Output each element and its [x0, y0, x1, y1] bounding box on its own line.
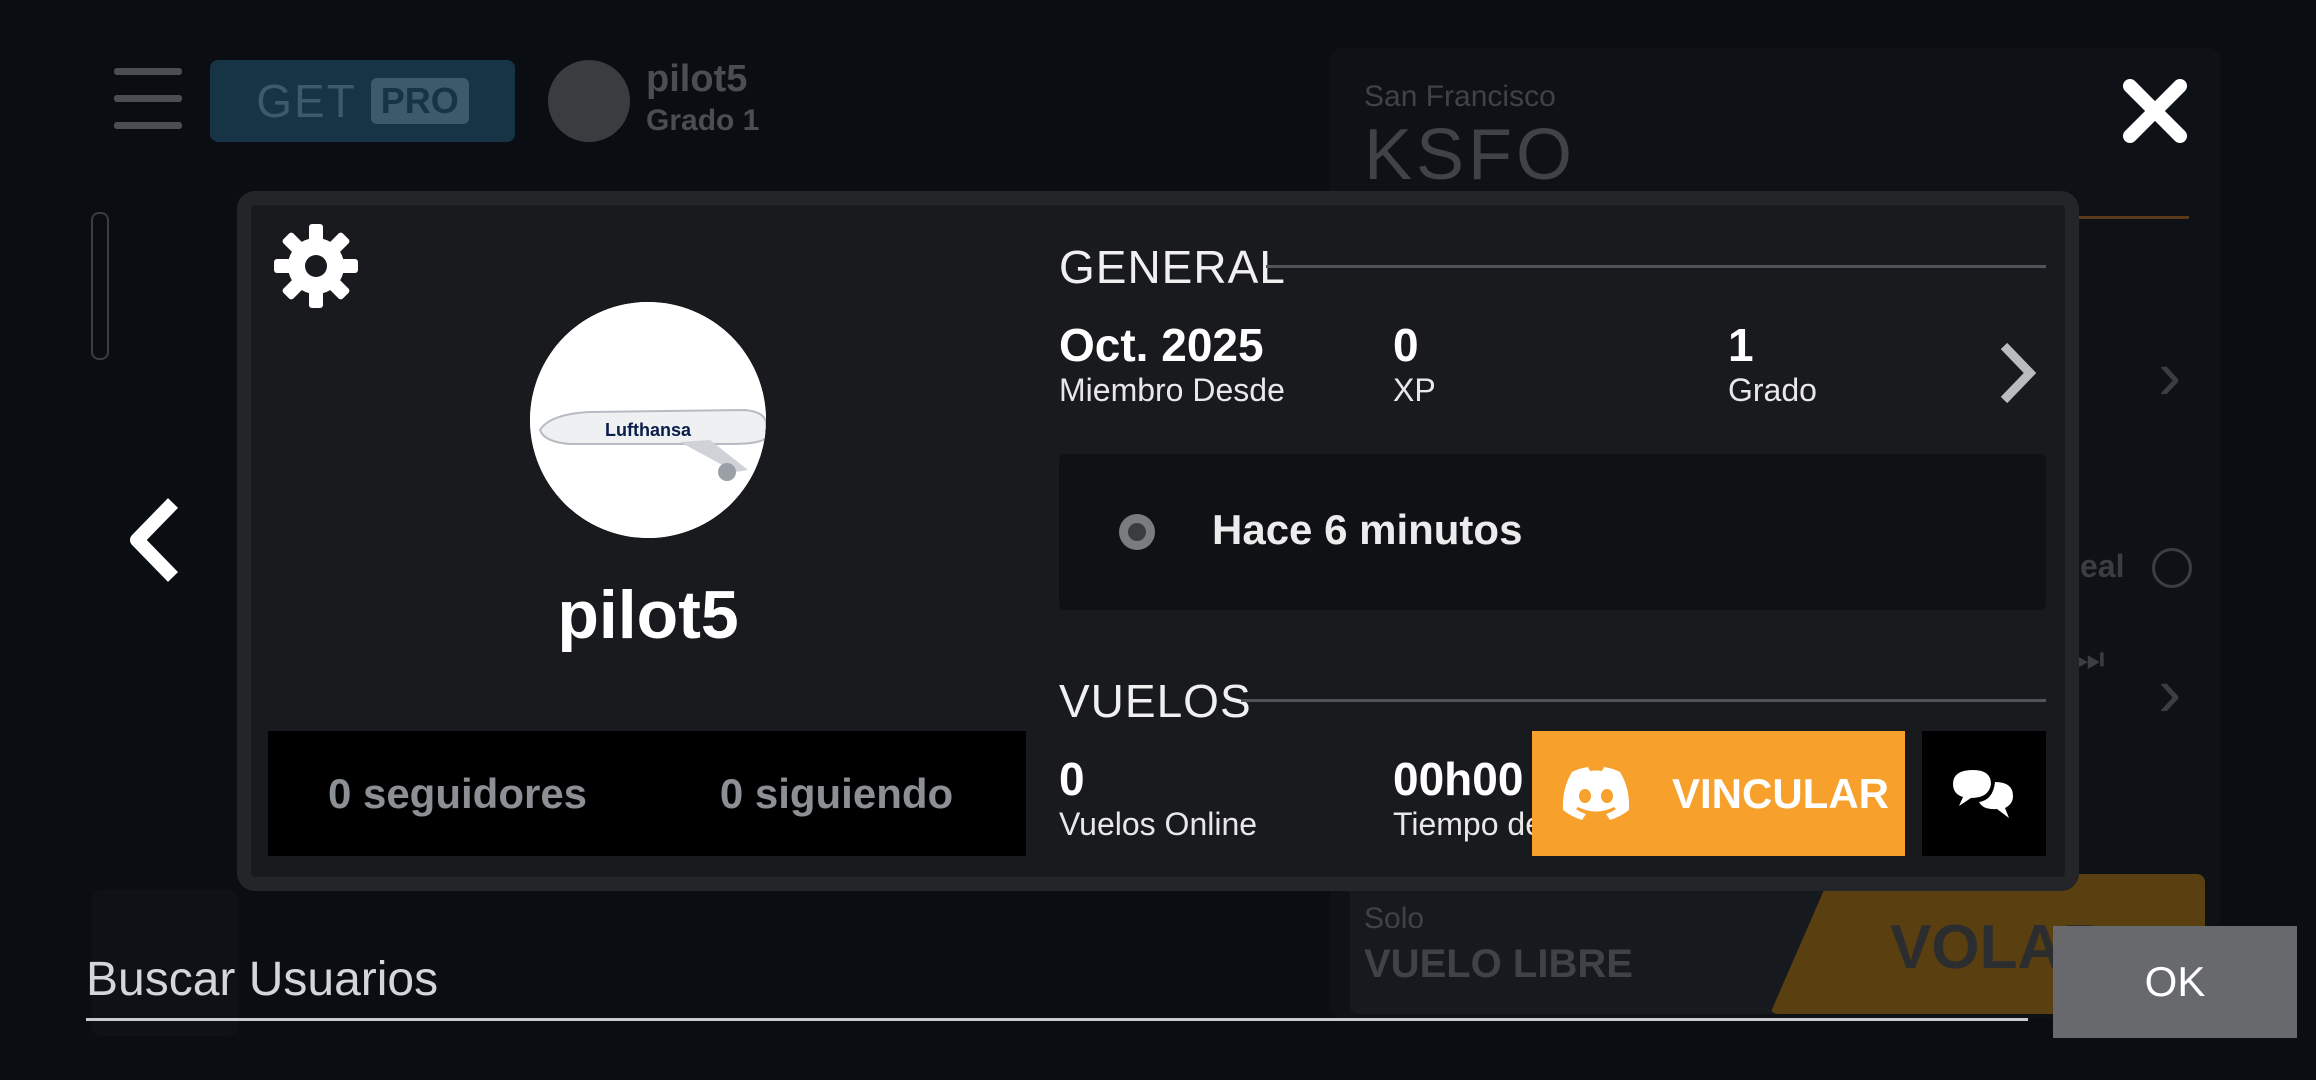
profile-avatar[interactable]: Lufthansa — [530, 302, 766, 538]
flights-section-title: VUELOS — [1059, 675, 1252, 727]
followers-count[interactable]: 0 seguidores — [268, 731, 647, 856]
stat-label: XP — [1393, 372, 1436, 408]
menu-icon — [114, 68, 182, 130]
stat-member-since: Oct. 2025 Miembro Desde — [1059, 318, 1285, 409]
stat-label: Vuelos Online — [1059, 806, 1258, 842]
last-seen-text: Hace 6 minutos — [1212, 506, 1523, 553]
airport-code: KSFO — [1364, 115, 1577, 195]
stat-online-flights: 0 Vuelos Online — [1059, 752, 1257, 843]
chevron-right-icon: › — [2158, 336, 2182, 414]
get-pro-button: GET PRO — [210, 60, 515, 142]
flights-divider — [1241, 699, 2046, 702]
stat-label: Tiempo de — [1393, 806, 1543, 842]
clock-icon — [2152, 548, 2192, 588]
stat-value: 0 — [1393, 319, 1419, 371]
gear-icon[interactable] — [272, 222, 360, 310]
stat-xp: 0 XP — [1393, 318, 1436, 409]
real-weather-label: eal — [2080, 548, 2125, 584]
header-avatar — [548, 60, 630, 142]
stat-value: 0 — [1059, 753, 1085, 805]
solo-label: Solo — [1364, 902, 1425, 935]
general-section-title: GENERAL — [1059, 241, 1286, 293]
chevron-left-icon[interactable] — [125, 495, 185, 585]
airport-city: San Francisco — [1364, 80, 1556, 113]
discord-link-button[interactable]: VINCULAR — [1532, 731, 1905, 856]
stat-grade: 1 Grado — [1728, 318, 1817, 409]
profile-name: pilot5 — [557, 577, 739, 653]
header-username: pilot5 — [646, 58, 748, 100]
following-count[interactable]: 0 siguiendo — [647, 731, 1026, 856]
ok-button[interactable]: OK — [2053, 926, 2297, 1038]
chevron-right-icon[interactable] — [1992, 338, 2042, 408]
last-seen-box — [1059, 454, 2046, 610]
get-pro-label: GET — [256, 75, 357, 127]
general-divider — [1266, 265, 2046, 268]
avatar-livery-text: Lufthansa — [605, 420, 692, 440]
chevron-right-icon: › — [2158, 653, 2182, 731]
follow-bar: 0 seguidores 0 siguiendo — [268, 731, 1026, 856]
pro-badge: PRO — [370, 78, 469, 124]
stat-value: 00h00 — [1393, 753, 1524, 805]
discord-icon — [1562, 766, 1630, 820]
background-scroll-handle — [91, 212, 109, 360]
stat-label: Grado — [1728, 372, 1817, 408]
stat-value: 1 — [1728, 319, 1754, 371]
status-indicator-icon — [1119, 514, 1155, 550]
chat-button[interactable] — [1922, 731, 2046, 856]
header-grade: Grado 1 — [646, 104, 760, 137]
discord-link-label: VINCULAR — [1672, 769, 1889, 817]
chat-icon — [1953, 769, 2013, 818]
stat-label: Miembro Desde — [1059, 372, 1285, 408]
close-icon[interactable] — [2120, 76, 2190, 146]
header-user: pilot5 Grado 1 — [646, 58, 759, 142]
stat-value: Oct. 2025 — [1059, 319, 1264, 371]
search-users-input[interactable]: Buscar Usuarios — [86, 950, 2028, 1021]
stat-flight-time: 00h00 Tiempo de — [1393, 752, 1543, 843]
